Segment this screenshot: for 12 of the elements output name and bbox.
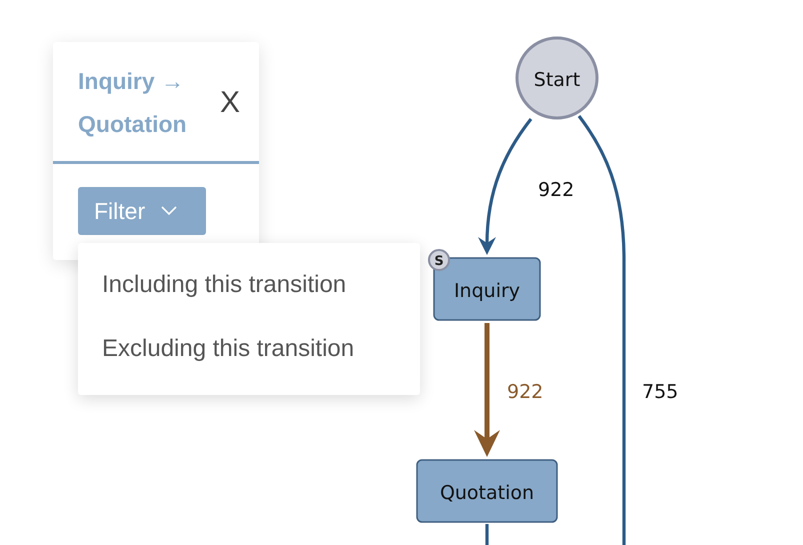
start-node[interactable]: Start: [516, 36, 598, 120]
close-button[interactable]: X: [220, 86, 240, 120]
edge-label: 755: [642, 381, 678, 403]
edge-label: 922: [538, 179, 574, 201]
popup-title: Inquiry → Quotation: [78, 66, 188, 138]
menu-item[interactable]: Including this transition: [78, 255, 420, 319]
start-badge: S: [428, 249, 450, 271]
chevron-icon: [161, 206, 178, 216]
menu-item[interactable]: Excluding this transition: [78, 319, 420, 383]
edge-label: 922: [507, 381, 544, 403]
edge-line: [485, 524, 489, 545]
activity-node[interactable]: Quotation: [416, 459, 558, 523]
